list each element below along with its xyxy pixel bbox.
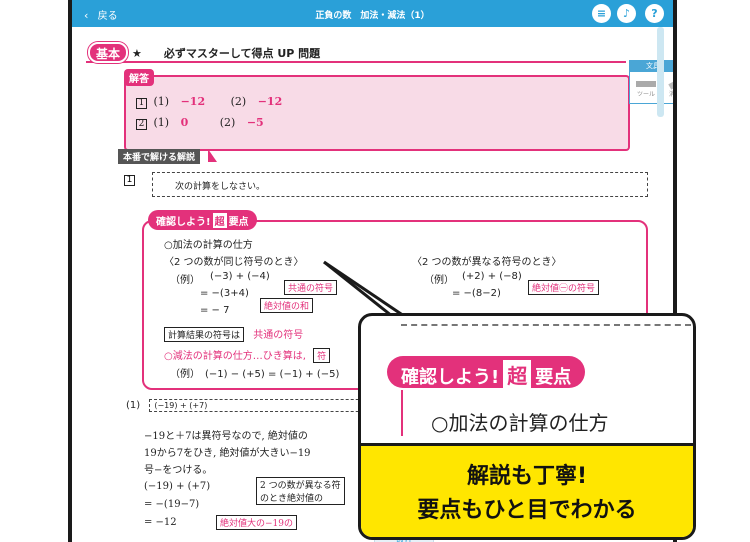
note-text: 絶対値の和	[260, 298, 314, 313]
example-line: (+2) + (−8)	[462, 271, 522, 282]
banner-line: 要点もひと目でわかる	[417, 498, 637, 523]
question-number: 2	[136, 119, 147, 130]
answer-box: 解答 1 (1) −12 (2) −12 2 (1) 0 (2) −5	[124, 69, 630, 151]
tool-label: 消す	[668, 91, 675, 98]
label-triangle	[208, 149, 217, 162]
ruler-icon	[636, 81, 656, 87]
answer-value: −5	[246, 116, 264, 129]
question-text: 次の計算をしなさい。	[175, 182, 266, 192]
diff-sign-heading: 〈2 つの数が異なる符号のとき〉	[412, 257, 562, 268]
menu-icon[interactable]: ≡	[592, 4, 611, 23]
example-line: (−3) + (−4)	[210, 271, 270, 282]
abs-note: 絶対値大の−19の	[216, 515, 297, 530]
heading-text: ★ 必ずマスターして得点 UP 問題	[132, 47, 321, 60]
note-box: 絶対値の和	[260, 298, 314, 313]
subtraction-example: （例） (−1) − (+5) = (−1) + (−5)	[170, 369, 340, 380]
answer-tag: 解答	[124, 69, 154, 86]
tag-cho: 超	[503, 360, 532, 389]
page-title: 正負の数 加法・減法（1）	[315, 11, 430, 21]
bell-icon[interactable]: ♪	[617, 4, 636, 23]
sub-label: (1)	[126, 400, 141, 411]
answer-row-2: 2 (1) 0 (2) −5	[136, 116, 264, 130]
tag-text: 要点	[535, 367, 572, 388]
solution-line: 19から7をひき, 絶対値が大きい−19	[144, 448, 311, 459]
example-label: （例）	[170, 275, 200, 286]
tag-text: 要点	[228, 217, 249, 228]
tag-text: 確認しよう!	[156, 217, 211, 228]
callout-title: ○加法の計算の仕方	[431, 411, 609, 435]
note-text: 絶対値大の−19の	[216, 515, 297, 530]
result-sign-value: 共通の符号	[253, 330, 304, 341]
question-box: 次の計算をしなさい。	[152, 172, 648, 197]
answer-value: −12	[180, 95, 206, 108]
note-box: 2 つの数が異なる符 のとき絶対値の	[256, 477, 345, 505]
result-sign-row: 計算結果の符号は 共通の符号	[164, 326, 303, 342]
explanation-label: 本番で解ける解説	[118, 149, 201, 164]
solution-line: −19と＋7は異符号なので, 絶対値の	[144, 431, 308, 442]
same-sign-heading: 〈2 つの数が同じ符号のとき〉	[164, 257, 304, 268]
answer-value: −12	[257, 95, 283, 108]
answer-row-1: 1 (1) −12 (2) −12	[136, 95, 282, 109]
sub-label: (1)	[153, 116, 170, 129]
solution-line: 号−をつける。	[144, 465, 213, 476]
addition-title: ○加法の計算の仕方	[164, 240, 253, 251]
solution-line: = −12	[144, 517, 177, 528]
section-heading: 基本 ★ 必ずマスターして得点 UP 問題	[86, 42, 626, 63]
zoom-callout: 確認しよう! 超要点 ○加法の計算の仕方 解説も丁寧! 要点もひと目でわかる	[358, 313, 696, 540]
help-icon[interactable]: ?	[645, 4, 664, 23]
question-number: 1	[136, 98, 147, 109]
top-bar: ‹ 戻る 正負の数 加法・減法（1） ≡ ♪ ?	[72, 0, 673, 27]
subtraction-text: ○減法の計算の仕方…ひき算は,	[164, 351, 306, 362]
answer-value: 0	[180, 116, 189, 129]
subtraction-title: ○減法の計算の仕方…ひき算は, 符	[164, 347, 331, 363]
result-sign-label: 計算結果の符号は	[164, 327, 245, 342]
callout-banner: 解説も丁寧! 要点もひと目でわかる	[361, 443, 693, 537]
sub-label: (2)	[230, 95, 247, 108]
note-text: のとき絶対値の	[260, 494, 324, 504]
scrollbar[interactable]	[657, 27, 664, 117]
note-text: 2 つの数が異なる符	[260, 481, 341, 491]
kihon-badge: 基本	[88, 42, 128, 63]
tag-text: 確認しよう!	[401, 367, 500, 388]
expression-box: (−19) + (+7)	[149, 399, 390, 412]
example-line: = − 7	[200, 305, 230, 316]
example-label: （例）	[424, 275, 454, 286]
solution-line: (−19) + (+7)	[144, 481, 211, 492]
callout-dash	[401, 324, 691, 326]
tool-button[interactable]: ツール	[632, 81, 660, 98]
callout-tag: 確認しよう! 超要点	[387, 356, 586, 389]
tool-panel-header: 文具 ✕	[630, 61, 673, 72]
tag-cho: 超	[212, 213, 227, 228]
example-line: = −(3+4)	[200, 288, 249, 299]
question-number: 1	[124, 175, 135, 186]
eraser-icon	[668, 78, 673, 90]
sub-label: (1)	[153, 95, 170, 108]
example-line: = −(8−2)	[452, 288, 501, 299]
solution-line: = −(19−7)	[144, 499, 200, 510]
callout-border	[401, 390, 403, 436]
sub-label: (2)	[219, 116, 236, 129]
banner-line: 解説も丁寧!	[466, 464, 588, 489]
note-text: 絶対値㊀の符号	[528, 280, 600, 295]
tool-panel[interactable]: 文具 ✕ ツール 消す ✎ 書く	[629, 60, 675, 104]
tool-label: ツール	[636, 91, 655, 98]
note-box: 絶対値㊀の符号	[528, 280, 600, 295]
subtraction-tag: 符	[313, 348, 331, 363]
key-points-tag: 確認しよう! 超要点	[148, 210, 257, 230]
